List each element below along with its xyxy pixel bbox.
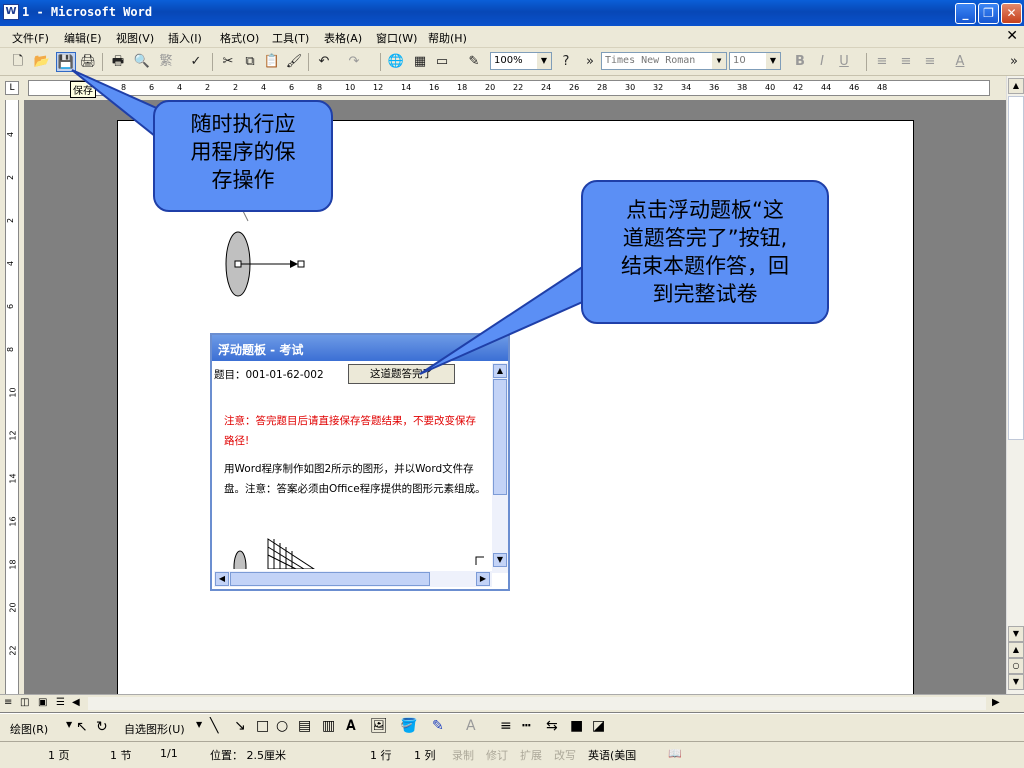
finish-callout-line-2: 道题答完了”按钮, (622, 226, 788, 250)
save-callout: 随时执行应 用程序的保 存操作 (153, 100, 333, 212)
finish-callout-line-4: 到完整试卷 (652, 282, 758, 306)
finish-callout-line-1: 点击浮动题板“这 (626, 198, 784, 222)
save-callout-line-1: 随时执行应 (190, 112, 296, 136)
save-callout-line-3: 存操作 (211, 168, 275, 192)
save-callout-line-2: 用程序的保 (190, 140, 296, 164)
finish-callout: 点击浮动题板“这 道题答完了”按钮, 结束本题作答，回 到完整试卷 (581, 180, 829, 324)
finish-callout-line-3: 结束本题作答，回 (621, 254, 789, 278)
